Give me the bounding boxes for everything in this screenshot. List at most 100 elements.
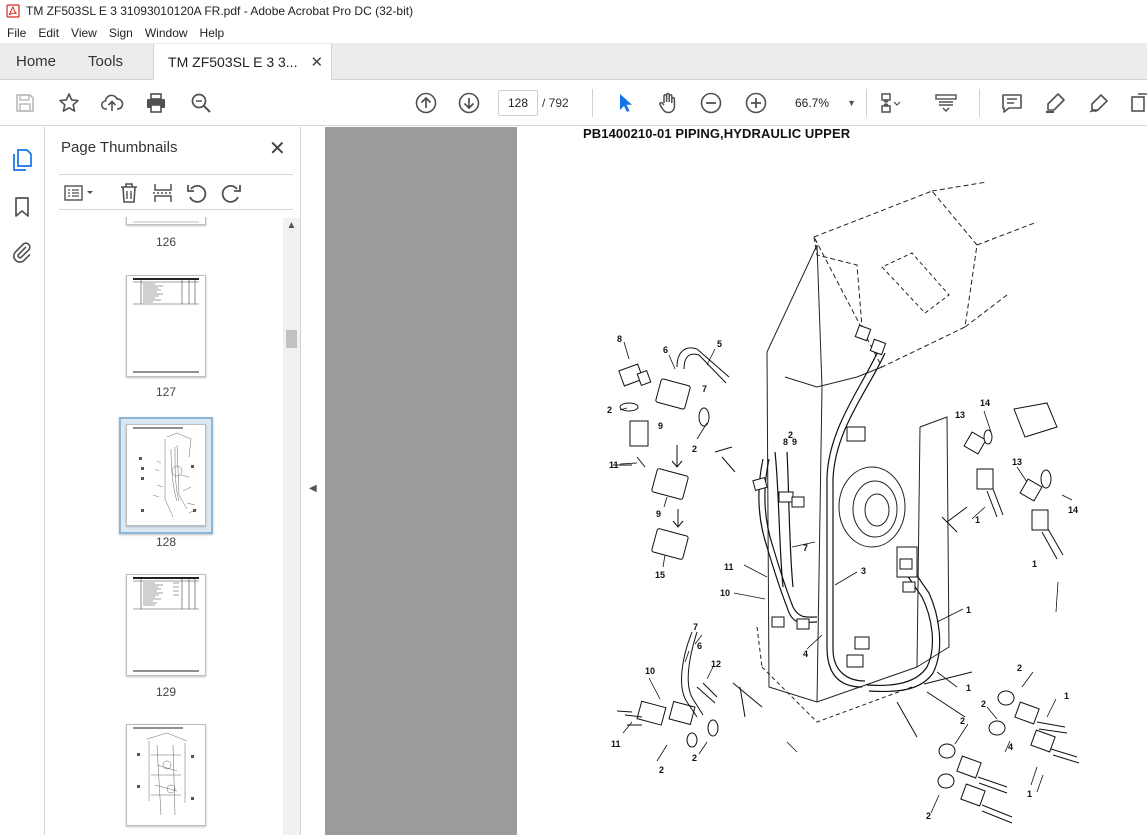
delete-icon[interactable]: [117, 181, 141, 205]
callout-number: 6: [697, 641, 702, 651]
bookmark-icon[interactable]: [10, 195, 34, 219]
zoom-level-value: 66.7%: [795, 96, 830, 110]
scroll-up-arrow-icon[interactable]: ▲: [286, 220, 297, 234]
options-menu-icon[interactable]: [63, 181, 97, 205]
share-icon[interactable]: [1129, 91, 1147, 115]
zoom-level-select[interactable]: 66.7% ▼: [783, 90, 860, 116]
tab-document-label: TM ZF503SL E 3 3...: [168, 54, 298, 70]
callout-number: 10: [720, 588, 730, 598]
thumbnail-page-selected[interactable]: [126, 424, 206, 526]
callout-number: 8: [783, 437, 788, 447]
page-thumbnails-icon[interactable]: [10, 148, 34, 172]
page-total: / 792: [542, 96, 569, 110]
select-cursor-icon[interactable]: [613, 91, 637, 115]
thumbnail-label: 128: [155, 535, 177, 549]
callout-number: 6: [663, 345, 668, 355]
thumbnails-panel: Page Thumbnails ✕ 126 127 128 129: [45, 127, 300, 835]
thumbnail-page[interactable]: [126, 275, 206, 377]
tab-bar: Home Tools TM ZF503SL E 3 3... ✕: [0, 43, 1147, 80]
tab-close-button[interactable]: ✕: [310, 53, 323, 71]
hand-icon[interactable]: [656, 91, 680, 115]
sign-icon[interactable]: [1087, 91, 1111, 115]
left-rail: [0, 127, 45, 835]
fit-page-icon[interactable]: [878, 91, 902, 115]
star-icon[interactable]: [57, 91, 81, 115]
callout-number: 2: [692, 444, 697, 454]
callout-number: 2: [960, 716, 965, 726]
save-icon[interactable]: [13, 91, 37, 115]
chevron-down-icon: ▼: [847, 98, 856, 108]
callout-number: 2: [1017, 663, 1022, 673]
toolbar-divider: [979, 89, 980, 117]
callout-number: 11: [611, 739, 621, 749]
callout-number: 15: [655, 570, 665, 580]
panel-close-button[interactable]: ✕: [269, 136, 286, 161]
rotate-right-icon[interactable]: [219, 181, 243, 205]
callout-number: 1: [966, 683, 971, 693]
callout-number: 14: [1068, 505, 1078, 515]
callout-number: 2: [926, 811, 931, 821]
page-down-icon[interactable]: [457, 91, 481, 115]
tab-document[interactable]: TM ZF503SL E 3 3... ✕: [153, 44, 333, 80]
menu-file[interactable]: File: [0, 26, 32, 40]
menu-sign[interactable]: Sign: [103, 26, 139, 40]
thumbnail-page[interactable]: [126, 217, 206, 225]
thumbnail-tools: [59, 174, 293, 210]
page-up-icon[interactable]: [414, 91, 438, 115]
callout-number: 14: [980, 398, 990, 408]
callout-number: 13: [1012, 457, 1022, 467]
scroll-mode-icon[interactable]: [934, 91, 958, 115]
callout-number: 10: [645, 666, 655, 676]
zoom-search-icon[interactable]: [189, 91, 213, 115]
tab-tools[interactable]: Tools: [72, 43, 139, 79]
highlight-icon[interactable]: [1043, 91, 1067, 115]
thumbnail-scrollbar-thumb[interactable]: [286, 330, 297, 348]
page-number-input[interactable]: 128: [498, 90, 538, 116]
callout-number: 9: [658, 421, 663, 431]
callout-number: 7: [693, 622, 698, 632]
callout-number: 4: [803, 649, 808, 659]
toolbar-divider: [592, 89, 593, 117]
acrobat-pdf-icon: [6, 4, 20, 18]
rotate-left-icon[interactable]: [185, 181, 209, 205]
callout-number: 2: [659, 765, 664, 775]
callout-number: 1: [975, 515, 980, 525]
menu-window[interactable]: Window: [139, 26, 194, 40]
thumbnail-label: 126: [155, 235, 177, 249]
title-bar: TM ZF503SL E 3 31093010120A FR.pdf - Ado…: [0, 0, 1147, 22]
upload-icon[interactable]: [100, 91, 124, 115]
print-icon[interactable]: [144, 91, 168, 115]
toolbar-divider: [866, 89, 867, 117]
thumbnail-page[interactable]: [126, 574, 206, 676]
window-title: TM ZF503SL E 3 31093010120A FR.pdf - Ado…: [26, 4, 414, 18]
zoom-in-icon[interactable]: [744, 91, 768, 115]
menu-help[interactable]: Help: [194, 26, 231, 40]
callout-number: 1: [1064, 691, 1069, 701]
attachment-icon[interactable]: [10, 240, 34, 264]
menu-bar: File Edit View Sign Window Help: [0, 22, 1147, 43]
zoom-out-icon[interactable]: [699, 91, 723, 115]
panel-collapse-handle[interactable]: ◀: [300, 127, 325, 835]
hydraulic-piping-drawing: 8 6 5 7 2 9 2 11 9 15 2 8 9 7 11 10 3 4 …: [607, 181, 1080, 824]
callout-number: 4: [1008, 742, 1013, 752]
comment-icon[interactable]: [1000, 91, 1024, 115]
callout-number: 1: [1027, 789, 1032, 799]
callout-number: 13: [955, 410, 965, 420]
callout-number: 8: [617, 334, 622, 344]
pdf-page: PB1400210-01 PIPING,HYDRAULIC UPPER 8 6 …: [517, 126, 1147, 835]
callout-number: 2: [607, 405, 612, 415]
document-view[interactable]: PB1400210-01 PIPING,HYDRAULIC UPPER 8 6 …: [325, 126, 1147, 835]
panel-title: Page Thumbnails: [61, 139, 178, 156]
thumbnail-scrollbar[interactable]: [283, 218, 300, 835]
menu-edit[interactable]: Edit: [32, 26, 65, 40]
callout-number: 1: [1032, 559, 1037, 569]
tab-home[interactable]: Home: [0, 43, 72, 79]
callout-number: 2: [981, 699, 986, 709]
extract-icon[interactable]: [151, 181, 175, 205]
callout-number: 2: [692, 753, 697, 763]
callout-number: 1: [966, 605, 971, 615]
thumbnail-label: 129: [155, 685, 177, 699]
callout-number: 11: [724, 562, 734, 572]
thumbnail-page[interactable]: [126, 724, 206, 826]
menu-view[interactable]: View: [65, 26, 103, 40]
